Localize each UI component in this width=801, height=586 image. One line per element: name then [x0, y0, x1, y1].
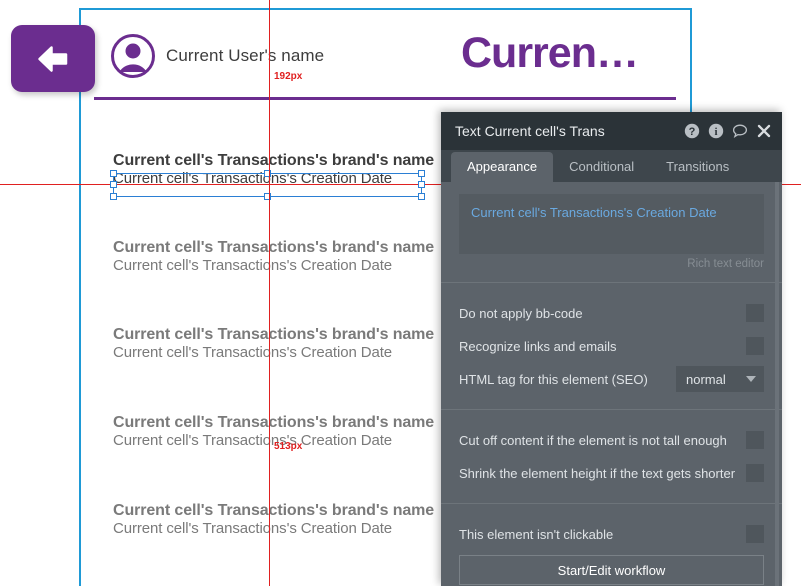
- header-divider: [94, 97, 676, 100]
- option-cut-off-content-checkbox[interactable]: [746, 431, 764, 449]
- panel-tabs: Appearance Conditional Transitions: [441, 150, 782, 182]
- option-recognize-links-checkbox[interactable]: [746, 337, 764, 355]
- start-edit-workflow-button[interactable]: Start/Edit workflow: [459, 555, 764, 585]
- current-user-name: Current User's name: [166, 46, 325, 65]
- property-editor-panel: Text Current cell's Trans ? i Appearance: [441, 112, 782, 586]
- option-recognize-links-label: Recognize links and emails: [459, 338, 617, 354]
- list-item[interactable]: Current cell's Transactions's brand's na…: [113, 502, 434, 537]
- option-cut-off-content: Cut off content if the element is not ta…: [459, 425, 764, 455]
- panel-body: Current cell's Transactions's Creation D…: [441, 182, 782, 586]
- panel-title: Text Current cell's Trans: [455, 123, 605, 139]
- comment-icon[interactable]: [732, 123, 748, 139]
- list-item-brand: Current cell's Transactions's brand's na…: [113, 502, 435, 519]
- list-item-brand: Current cell's Transactions's brand's na…: [113, 414, 435, 431]
- rich-text-editor-link[interactable]: Rich text editor: [459, 258, 764, 270]
- list-item[interactable]: Current cell's Transactions's brand's na…: [113, 239, 434, 274]
- rich-text-value: Current cell's Transactions's Creation D…: [471, 205, 717, 220]
- rich-text-section: Current cell's Transactions's Creation D…: [441, 182, 782, 283]
- editor-screen: Current User's name Curren… Current cell…: [0, 0, 801, 586]
- arrow-left-icon: [38, 45, 68, 72]
- page-title: Curren…: [461, 29, 639, 77]
- svg-text:?: ?: [689, 126, 696, 138]
- back-button[interactable]: [11, 25, 95, 92]
- option-bbcode-label: Do not apply bb-code: [459, 305, 583, 321]
- tab-transitions[interactable]: Transitions: [650, 152, 745, 182]
- option-bbcode-checkbox[interactable]: [746, 304, 764, 322]
- svg-text:i: i: [714, 126, 717, 138]
- panel-header: Text Current cell's Trans ? i: [441, 112, 782, 150]
- list-item-date: Current cell's Transactions's Creation D…: [113, 170, 393, 187]
- list-item-date: Current cell's Transactions's Creation D…: [113, 344, 393, 361]
- text-options-section: Do not apply bb-code Recognize links and…: [441, 283, 782, 410]
- list-item[interactable]: Current cell's Transactions's brand's na…: [113, 152, 434, 187]
- html-tag-dropdown-value: normal: [686, 371, 726, 387]
- option-shrink-height-label: Shrink the element height if the text ge…: [459, 465, 736, 481]
- option-not-clickable-checkbox[interactable]: [746, 525, 764, 543]
- option-html-tag-label: HTML tag for this element (SEO): [459, 371, 648, 387]
- user-avatar-icon: [111, 34, 155, 78]
- list-item[interactable]: Current cell's Transactions's brand's na…: [113, 326, 434, 361]
- list-item-brand: Current cell's Transactions's brand's na…: [113, 326, 435, 343]
- rich-text-editor-input[interactable]: Current cell's Transactions's Creation D…: [459, 194, 764, 254]
- help-icon[interactable]: ?: [684, 123, 700, 139]
- info-icon[interactable]: i: [708, 123, 724, 139]
- html-tag-dropdown[interactable]: normal: [676, 366, 764, 392]
- list-item-brand: Current cell's Transactions's brand's na…: [113, 239, 435, 256]
- layout-options-section: Cut off content if the element is not ta…: [441, 410, 782, 504]
- tab-appearance[interactable]: Appearance: [451, 152, 554, 182]
- option-shrink-height: Shrink the element height if the text ge…: [459, 458, 764, 488]
- tab-conditional[interactable]: Conditional: [553, 152, 650, 182]
- guide-label-vertical: 192px: [274, 71, 303, 82]
- option-cut-off-content-label: Cut off content if the element is not ta…: [459, 432, 727, 448]
- list-item-brand: Current cell's Transactions's brand's na…: [113, 152, 435, 169]
- option-not-clickable-label: This element isn't clickable: [459, 526, 614, 542]
- panel-header-icons: ? i: [684, 123, 772, 139]
- guide-label-horizontal: 513px: [274, 441, 303, 452]
- option-shrink-height-checkbox[interactable]: [746, 464, 764, 482]
- clickable-section: This element isn't clickable Start/Edit …: [441, 504, 782, 586]
- chevron-down-icon: [746, 376, 756, 382]
- option-bbcode: Do not apply bb-code: [459, 298, 764, 328]
- vertical-alignment-guide: [269, 0, 270, 586]
- option-recognize-links: Recognize links and emails: [459, 331, 764, 361]
- list-item-date: Current cell's Transactions's Creation D…: [113, 520, 393, 537]
- option-html-tag: HTML tag for this element (SEO) normal: [459, 364, 764, 394]
- list-item-date: Current cell's Transactions's Creation D…: [113, 257, 393, 274]
- close-icon[interactable]: [756, 123, 772, 139]
- option-not-clickable: This element isn't clickable: [459, 519, 764, 549]
- panel-scrollbar[interactable]: [775, 182, 779, 586]
